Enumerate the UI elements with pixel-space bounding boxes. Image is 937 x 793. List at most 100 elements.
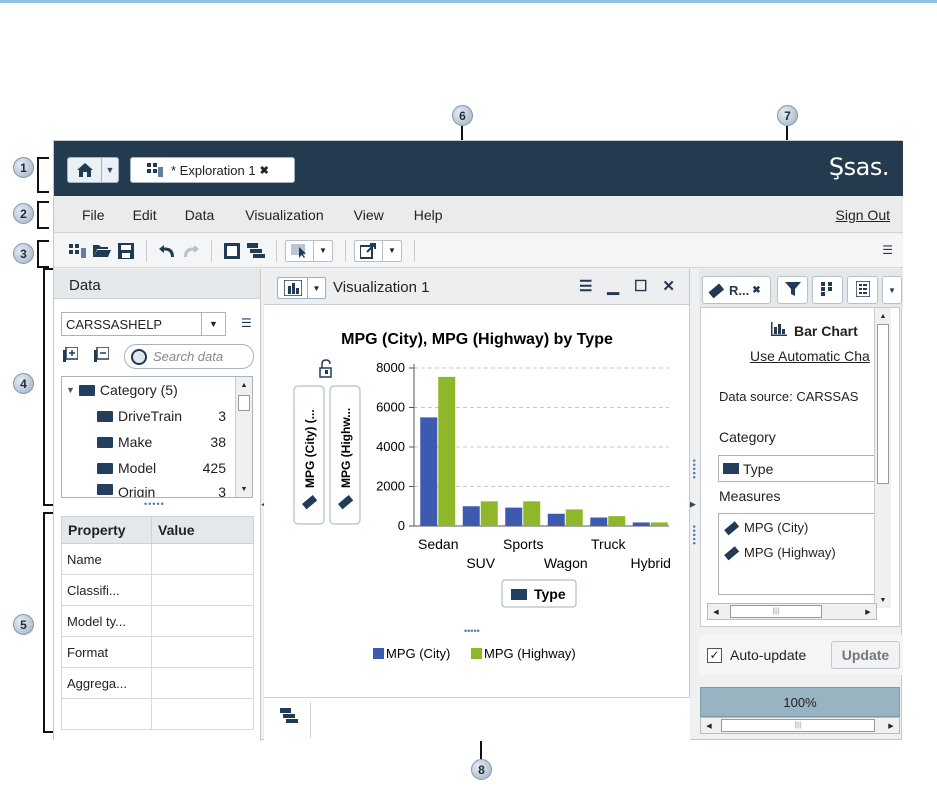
title-bar: ▼ * Exploration 1 ✖ Şsas. <box>54 141 903 196</box>
menu-edit[interactable]: Edit <box>133 207 157 223</box>
scroll-thumb[interactable]: |||| <box>721 719 875 732</box>
roles-panel-hscrollbar[interactable]: ◀ |||| ▶ <box>707 603 877 620</box>
list-item[interactable]: MPG (City) <box>724 520 887 536</box>
open-folder-icon[interactable] <box>90 241 114 261</box>
data-source-select[interactable]: CARSSASHELP ▼ <box>61 312 226 336</box>
data-menu-icon[interactable]: ☰ <box>241 316 252 330</box>
scroll-down-icon[interactable]: ▼ <box>875 592 891 608</box>
toolbar-menu-icon[interactable]: ☰ <box>882 243 893 257</box>
auto-update-checkbox[interactable]: ✓ <box>707 647 722 663</box>
scroll-thumb[interactable]: |||| <box>730 605 822 618</box>
chevron-down-icon[interactable]: ▼ <box>201 313 225 335</box>
tab-filters[interactable] <box>777 276 808 304</box>
redo-icon[interactable] <box>179 241 203 261</box>
property-value[interactable] <box>151 605 254 637</box>
selection-icon[interactable] <box>286 240 314 261</box>
role-button-mpg-highway[interactable]: MPG (Highw... <box>329 385 361 525</box>
use-automatic-chart-link[interactable]: Use Automatic Cha <box>750 348 870 364</box>
callout-4: 4 <box>13 373 34 394</box>
list-item[interactable]: MPG (Highway) <box>724 545 887 561</box>
collapse-all-icon[interactable] <box>94 346 110 365</box>
sign-out-link[interactable]: Sign Out <box>836 207 890 223</box>
tab-roles[interactable]: R... ✖ <box>702 276 771 304</box>
chevron-down-icon[interactable]: ▼ <box>383 241 401 261</box>
expand-arrow-icon[interactable]: ▼ <box>66 385 75 395</box>
undo-icon[interactable] <box>155 241 179 261</box>
update-button[interactable]: Update <box>831 641 900 669</box>
chart-type-label[interactable]: Bar Chart <box>771 322 858 339</box>
new-exploration-icon[interactable] <box>66 241 90 261</box>
menu-file[interactable]: File <box>82 207 105 223</box>
details-table-icon[interactable] <box>244 241 268 261</box>
visualization-menu-icon[interactable]: ☰ <box>579 277 592 295</box>
selection-dropdown-button[interactable]: ▼ <box>285 239 333 262</box>
collapse-right-icon[interactable]: ▶ <box>689 499 696 510</box>
tab-properties[interactable] <box>847 276 878 304</box>
scroll-up-icon[interactable]: ▲ <box>236 377 252 393</box>
tree-item[interactable]: Model 425 <box>62 455 252 481</box>
chart-type-text: Bar Chart <box>794 322 858 339</box>
export-icon[interactable] <box>355 240 383 261</box>
scroll-down-icon[interactable]: ▼ <box>236 481 252 497</box>
scroll-left-icon[interactable]: ◀ <box>701 718 717 733</box>
home-button[interactable]: ▼ <box>67 157 119 183</box>
tab-ranks[interactable] <box>812 276 843 304</box>
chevron-down-icon[interactable]: ▼ <box>308 278 325 298</box>
expand-all-icon[interactable] <box>63 346 79 365</box>
tree-item[interactable]: Make 38 <box>62 429 252 455</box>
details-table-icon[interactable] <box>280 708 298 727</box>
scroll-left-icon[interactable]: ◀ <box>708 604 724 619</box>
minimize-icon[interactable]: ▁ <box>607 277 619 295</box>
measures-role-list[interactable]: MPG (City) MPG (Highway) <box>718 513 888 595</box>
pane-splitter[interactable]: ••••• <box>144 499 165 509</box>
scroll-right-icon[interactable]: ▶ <box>860 604 876 619</box>
roles-panel-vscrollbar[interactable]: ▲ ▼ <box>874 308 891 608</box>
scroll-thumb[interactable] <box>877 324 889 484</box>
tab-overflow-menu[interactable]: ▼ <box>882 276 902 304</box>
overview-hscrollbar[interactable]: ◀ |||| ▶ <box>700 717 900 734</box>
chevron-down-icon[interactable]: ▼ <box>314 241 332 261</box>
menu-visualization[interactable]: Visualization <box>245 207 323 223</box>
tree-category-folder[interactable]: ▼ Category (5) <box>62 377 252 403</box>
property-value[interactable] <box>151 698 254 730</box>
tree-scrollbar[interactable]: ▲ ▼ <box>235 377 252 497</box>
close-icon[interactable]: ✖ <box>260 164 269 177</box>
save-icon[interactable] <box>114 241 138 261</box>
role-button-mpg-city[interactable]: MPG (City) (... <box>293 385 325 525</box>
table-row <box>61 698 254 730</box>
property-value[interactable] <box>151 574 254 606</box>
property-value[interactable] <box>151 543 254 575</box>
scroll-up-icon[interactable]: ▲ <box>875 308 891 324</box>
tree-item[interactable]: DriveTrain 3 <box>62 403 252 429</box>
scroll-thumb[interactable] <box>238 395 250 411</box>
search-input[interactable]: Search data <box>124 344 254 369</box>
visualization-type-button[interactable]: ▼ <box>277 277 326 299</box>
exploration-tab[interactable]: * Exploration 1 ✖ <box>130 157 295 183</box>
category-icon <box>97 462 113 474</box>
export-dropdown-button[interactable]: ▼ <box>354 239 402 262</box>
category-icon <box>97 410 113 422</box>
menu-data[interactable]: Data <box>185 207 215 223</box>
scroll-right-icon[interactable]: ▶ <box>883 718 899 733</box>
close-icon[interactable]: ✖ <box>752 285 760 296</box>
property-value[interactable] <box>151 667 254 699</box>
close-icon[interactable]: ✕ <box>662 277 675 295</box>
tree-item[interactable]: Origin 3 <box>62 481 252 497</box>
menu-help[interactable]: Help <box>414 207 443 223</box>
maximize-icon[interactable]: ☐ <box>634 277 647 295</box>
category-role-field[interactable]: Type <box>718 455 888 482</box>
right-pane-collapse-handle[interactable]: ••••• ▶ ••••• <box>689 459 699 555</box>
maximize-visualization-icon[interactable] <box>220 241 244 261</box>
legend-splitter[interactable]: ••••• <box>464 626 480 636</box>
callout-2: 2 <box>13 203 34 224</box>
tree-item-count: 38 <box>210 434 226 450</box>
exploration-tab-label: * Exploration 1 <box>171 162 256 178</box>
menu-view[interactable]: View <box>354 207 384 223</box>
toolbar-separator <box>276 239 277 262</box>
home-icon[interactable] <box>68 158 102 182</box>
bar-chart-icon[interactable] <box>278 278 308 298</box>
property-value[interactable] <box>151 636 254 668</box>
lock-icon[interactable] <box>319 359 332 378</box>
chevron-down-icon[interactable]: ▼ <box>102 158 118 182</box>
group-role-button-type[interactable]: Type <box>501 579 577 608</box>
